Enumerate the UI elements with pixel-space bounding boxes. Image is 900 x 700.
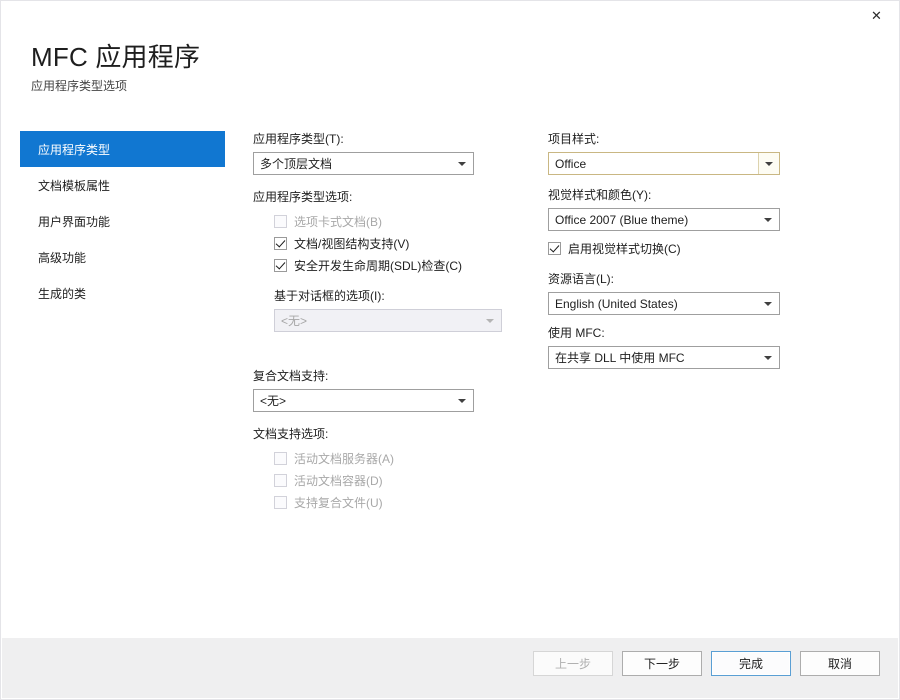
mfc-wizard-dialog: ✕ MFC 应用程序 应用程序类型选项 应用程序类型 文档模板属性 用户界面功能… [0,0,900,700]
compound-document-support-value: <无> [260,394,287,408]
checkbox-tabbed-documents: 选项卡式文档(B) [253,210,503,232]
visual-style-and-colors-label: 视觉样式和颜色(Y): [548,188,652,202]
project-style-select[interactable]: Office [548,152,780,175]
checkbox-label: 活动文档服务器(A) [294,451,394,466]
chevron-down-icon [458,398,466,403]
checkbox-label: 支持复合文件(U) [294,495,383,510]
title-bar: ✕ [1,1,899,33]
checkbox-label: 选项卡式文档(B) [294,214,382,229]
left-options-column: 应用程序类型(T): 多个顶层文档 应用程序类型选项: 选项卡式文档(B) 文档… [253,131,503,513]
checkbox-label: 安全开发生命周期(SDL)检查(C) [294,258,462,273]
checkbox-checked-icon [274,236,287,250]
checkbox-icon [274,495,287,509]
chevron-down-icon [486,318,494,323]
checkbox-sdl-checks[interactable]: 安全开发生命周期(SDL)检查(C) [253,254,503,276]
page-subtitle: 应用程序类型选项 [31,79,128,93]
resource-language-select[interactable]: English (United States) [548,292,780,315]
use-of-mfc-value: 在共享 DLL 中使用 MFC [555,351,685,365]
right-options-column: 项目样式: Office 视觉样式和颜色(Y): Office 2007 (Bl… [548,131,798,369]
checkbox-label: 启用视觉样式切换(C) [568,241,681,256]
sidebar-item-generated-classes[interactable]: 生成的类 [20,275,225,311]
project-style-value: Office [555,156,587,171]
checkbox-active-document-server: 活动文档服务器(A) [253,447,503,469]
visual-style-and-colors-value: Office 2007 (Blue theme) [555,212,689,227]
checkbox-icon [274,214,287,228]
chevron-down-icon [765,161,773,166]
application-type-options-label: 应用程序类型选项: [253,190,353,204]
sidebar-item-application-type[interactable]: 应用程序类型 [20,131,225,167]
next-button[interactable]: 下一步 [622,651,702,676]
sidebar-item-label: 用户界面功能 [38,214,111,229]
compound-document-support-select[interactable]: <无> [253,389,474,412]
chevron-down-icon [764,301,772,306]
dialog-based-options-label: 基于对话框的选项(I): [274,289,385,303]
finish-button[interactable]: 完成 [711,651,791,676]
chevron-down-icon [764,355,772,360]
application-type-select[interactable]: 多个顶层文档 [253,152,474,175]
visual-style-and-colors-select[interactable]: Office 2007 (Blue theme) [548,208,780,231]
compound-document-support-label: 复合文档支持: [253,369,329,383]
dialog-based-options-select: <无> [274,309,502,332]
dialog-header: MFC 应用程序 应用程序类型选项 [31,41,200,94]
checkbox-document-view-architecture[interactable]: 文档/视图结构支持(V) [253,232,503,254]
application-type-label: 应用程序类型(T): [253,132,344,146]
back-button: 上一步 [533,651,613,676]
sidebar-item-label: 高级功能 [38,250,87,265]
page-title: MFC 应用程序 [31,42,201,72]
sidebar-item-label: 应用程序类型 [38,142,111,157]
project-style-label: 项目样式: [548,132,600,146]
checkbox-enable-visual-style-switching[interactable]: 启用视觉样式切换(C) [548,237,798,259]
chevron-down-icon [764,217,772,222]
cancel-button[interactable]: 取消 [800,651,880,676]
sidebar-item-advanced-features[interactable]: 高级功能 [20,239,225,275]
checkbox-compound-files-support: 支持复合文件(U) [253,491,503,513]
sidebar-item-label: 生成的类 [38,286,87,301]
use-of-mfc-select[interactable]: 在共享 DLL 中使用 MFC [548,346,780,369]
document-support-options-label: 文档支持选项: [253,427,329,441]
resource-language-value: English (United States) [555,296,678,311]
use-of-mfc-label: 使用 MFC: [548,326,605,340]
dialog-footer: 上一步 下一步 完成 取消 [2,637,898,698]
checkbox-checked-icon [274,258,287,272]
checkbox-icon [274,473,287,487]
checkbox-label: 文档/视图结构支持(V) [294,236,410,251]
sidebar-item-label: 文档模板属性 [38,178,111,193]
dialog-based-options-value: <无> [281,314,308,328]
footer-button-group: 上一步 下一步 完成 取消 [533,651,880,676]
chevron-down-icon [458,161,466,166]
checkbox-label: 活动文档容器(D) [294,473,383,488]
application-type-value: 多个顶层文档 [260,157,333,171]
sidebar-item-document-template-properties[interactable]: 文档模板属性 [20,167,225,203]
checkbox-icon [274,451,287,465]
checkbox-checked-icon [548,241,561,255]
sidebar-item-user-interface-features[interactable]: 用户界面功能 [20,203,225,239]
close-icon[interactable]: ✕ [854,1,899,31]
checkbox-active-document-container: 活动文档容器(D) [253,469,503,491]
resource-language-label: 资源语言(L): [548,272,615,286]
sidebar: 应用程序类型 文档模板属性 用户界面功能 高级功能 生成的类 [20,131,225,311]
